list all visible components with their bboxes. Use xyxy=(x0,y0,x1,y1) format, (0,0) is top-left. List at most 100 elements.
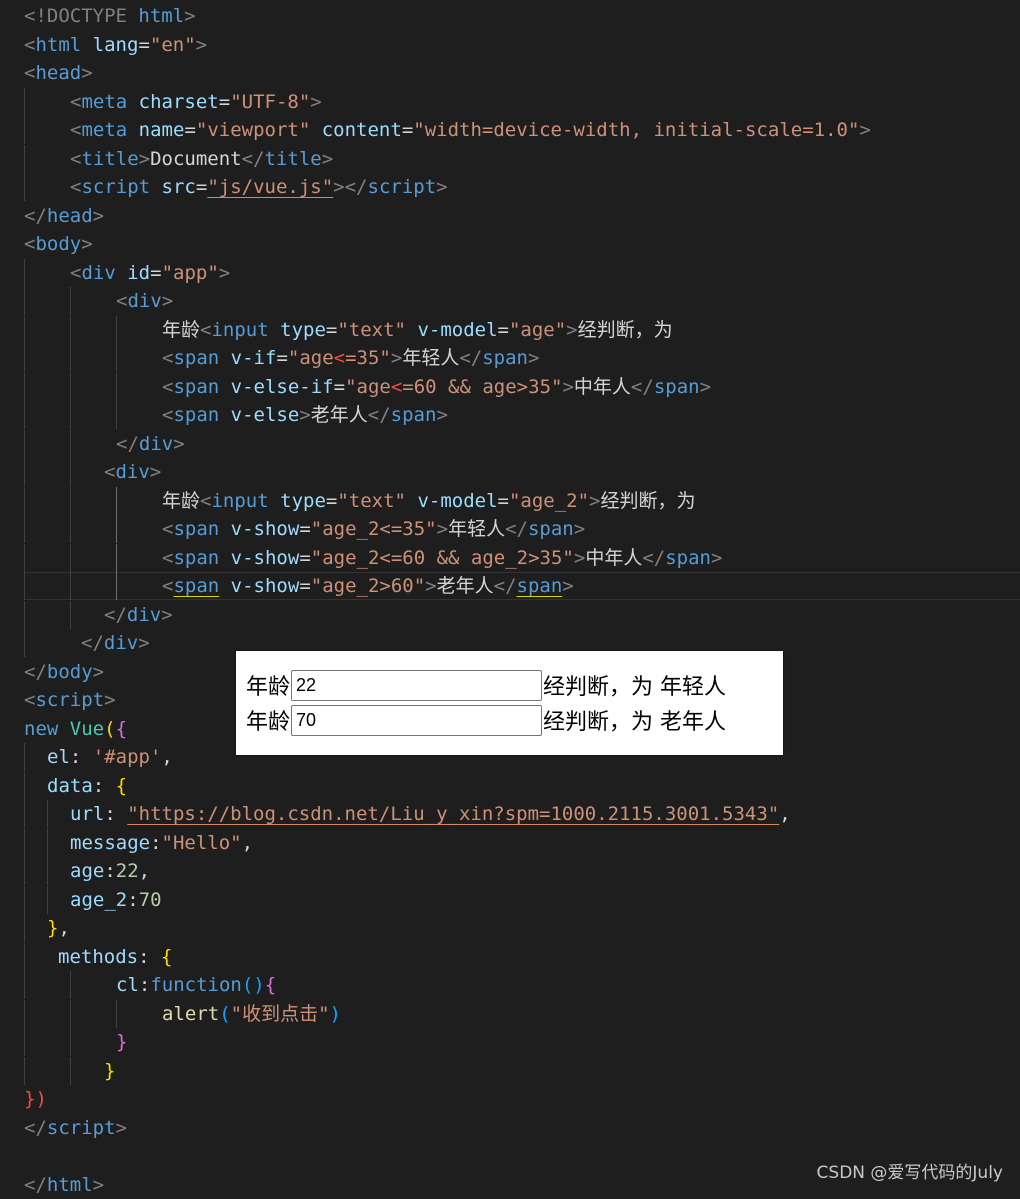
code-token: , xyxy=(138,860,151,882)
code-line[interactable]: data: { xyxy=(0,771,1020,800)
indent-guide xyxy=(24,173,25,201)
code-line[interactable]: <div> xyxy=(0,287,1020,315)
code-token: cl xyxy=(116,974,139,996)
code-line[interactable]: <span v-show="age_2<=35">年轻人</span> xyxy=(0,515,1020,543)
code-token: : xyxy=(150,831,162,854)
code-token: 老年人 xyxy=(310,404,368,426)
code-token: = xyxy=(497,489,509,512)
code-token: lang xyxy=(92,33,139,56)
code-line[interactable]: } xyxy=(0,1056,1020,1085)
code-token: < xyxy=(162,404,174,426)
code-token: , xyxy=(241,831,254,854)
code-token: = xyxy=(325,489,338,512)
code-token: > xyxy=(528,347,540,369)
code-line[interactable]: <span v-else-if="age<=60 && age>35">中年人<… xyxy=(0,372,1020,401)
code-line[interactable]: 年龄<input type="text" v-model="age">经判断，为 xyxy=(0,315,1020,344)
code-token: message xyxy=(70,831,151,854)
code-token: < xyxy=(24,233,36,255)
indent-guide xyxy=(24,828,25,857)
code-line[interactable]: <div> xyxy=(0,458,1020,486)
code-line[interactable]: }, xyxy=(0,914,1020,942)
age-input[interactable] xyxy=(291,669,543,701)
code-token: > xyxy=(138,632,150,654)
code-token: title xyxy=(81,147,139,170)
code-token: , xyxy=(161,746,173,768)
code-editor[interactable]: <!DOCTYPE html> <html lang="en"> <head> <me… xyxy=(0,0,1020,1196)
code-line[interactable]: </script> xyxy=(0,1114,1020,1142)
code-line[interactable]: <html lang="en"> xyxy=(0,31,1020,59)
code-text: </html> xyxy=(24,1171,104,1199)
code-line[interactable]: <body> xyxy=(0,230,1020,258)
code-line[interactable]: <span v-show="age_2<=60 && age_2>35">中年人… xyxy=(0,543,1020,572)
indent-guide xyxy=(24,87,25,116)
age-2-input[interactable] xyxy=(291,704,543,736)
indent-guide xyxy=(70,287,71,315)
code-line[interactable]: <meta name="viewport" content="width=dev… xyxy=(0,116,1020,144)
code-token: < xyxy=(333,347,346,369)
code-token: v-else xyxy=(230,404,300,426)
code-line[interactable]: <head> xyxy=(0,59,1020,87)
code-line[interactable]: }) xyxy=(0,1085,1020,1113)
code-token: > xyxy=(81,62,93,84)
code-text: <span v-show="age_2<=60 && age_2>35">中年人… xyxy=(162,544,722,572)
code-token: </ xyxy=(630,375,654,398)
code-line[interactable]: cl:function(){ xyxy=(0,971,1020,999)
code-line[interactable]: age:22, xyxy=(0,857,1020,885)
indent-guide xyxy=(24,800,25,828)
code-token: span xyxy=(173,375,220,398)
code-line[interactable]: <span v-show="age_2>60">老年人</span> xyxy=(0,572,1020,600)
code-token: > xyxy=(81,233,93,255)
code-line[interactable]: alert("收到点击") xyxy=(0,999,1020,1028)
code-line[interactable]: <!DOCTYPE html> xyxy=(0,2,1020,30)
code-line[interactable]: age_2:70 xyxy=(0,885,1020,914)
code-line[interactable]: } xyxy=(0,1028,1020,1056)
indent-guide xyxy=(116,999,117,1028)
code-text: age_2:70 xyxy=(70,886,162,914)
code-token: > xyxy=(321,147,334,170)
code-token: =60 && age>35" xyxy=(402,375,563,398)
code-token: div xyxy=(115,461,150,483)
code-line[interactable]: message:"Hello", xyxy=(0,828,1020,857)
code-text: el: '#app', xyxy=(47,743,173,771)
code-line[interactable]: </div> xyxy=(0,429,1020,458)
code-token: < xyxy=(200,489,212,512)
code-text: 年龄<input type="text" v-model="age">经判断，为 xyxy=(162,316,673,344)
code-line[interactable]: url: "https://blog.csdn.net/Liu_y_xin?sp… xyxy=(0,800,1020,828)
code-token: > xyxy=(115,1116,127,1139)
code-text: <span v-if="age<=35">年轻人</span> xyxy=(162,344,539,372)
code-line[interactable]: <span v-if="age<=35">年轻人</span> xyxy=(0,344,1020,372)
code-token: > xyxy=(299,404,311,426)
code-line[interactable]: <span v-else>老年人</span> xyxy=(0,401,1020,429)
indent-guide xyxy=(70,372,71,401)
code-token: content xyxy=(321,119,402,141)
code-token: </ xyxy=(459,347,483,369)
code-token: = xyxy=(218,90,231,113)
code-text: url: "https://blog.csdn.net/Liu_y_xin?sp… xyxy=(70,800,791,828)
code-line[interactable]: <div id="app"> xyxy=(0,258,1020,287)
code-token: body xyxy=(46,660,93,683)
code-token: , xyxy=(779,803,791,825)
code-line[interactable]: <title>Document</title> xyxy=(0,144,1020,173)
csdn-watermark: CSDN @爱写代码的July xyxy=(816,1163,1003,1183)
code-line[interactable]: <meta charset="UTF-8"> xyxy=(0,87,1020,116)
code-token: > xyxy=(149,461,162,483)
code-line[interactable]: methods: { xyxy=(0,942,1020,971)
code-line[interactable]: 年龄<input type="text" v-model="age_2">经判断… xyxy=(0,486,1020,515)
code-token: type xyxy=(280,489,326,512)
code-line[interactable]: <script src="js/vue.js"></script> xyxy=(0,173,1020,201)
code-token: = xyxy=(333,375,346,398)
code-line[interactable]: </div> xyxy=(0,600,1020,629)
code-line[interactable]: </head> xyxy=(0,202,1020,230)
code-token: methods xyxy=(58,945,139,968)
code-token: = xyxy=(299,546,311,569)
indent-guide xyxy=(24,144,25,173)
code-token: > xyxy=(138,147,151,170)
code-token: > xyxy=(562,375,574,398)
